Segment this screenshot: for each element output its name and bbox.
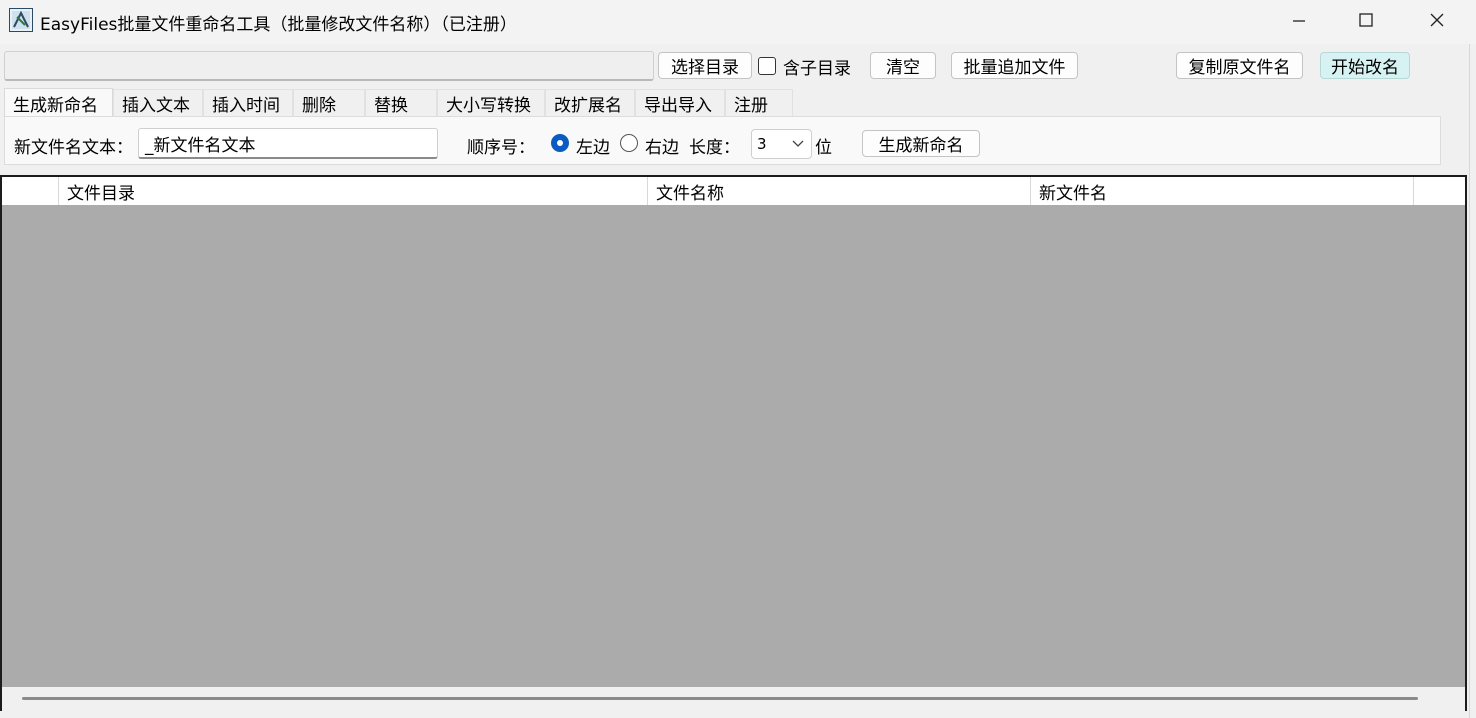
maximize-button[interactable]: [1331, 0, 1401, 40]
length-label: 长度：: [689, 138, 740, 158]
window-right-edge: [1469, 44, 1476, 718]
select-directory-button[interactable]: 选择目录: [658, 52, 752, 79]
app-icon: [9, 8, 33, 32]
window-bottom-edge: [0, 711, 1467, 718]
left-side-radio[interactable]: [551, 134, 569, 152]
tab-insert-time[interactable]: 插入时间: [203, 89, 293, 117]
maximize-icon: [1359, 13, 1373, 27]
tab-insert-text[interactable]: 插入文本: [113, 89, 203, 117]
digits-label: 位: [815, 138, 832, 158]
tab-change-extension[interactable]: 改扩展名: [545, 89, 635, 117]
close-icon: [1430, 13, 1444, 27]
tab-register[interactable]: 注册: [725, 89, 793, 117]
tab-delete[interactable]: 删除: [293, 89, 365, 117]
chevron-down-icon: [792, 140, 804, 147]
length-select[interactable]: 3: [751, 129, 812, 159]
new-name-text-label: 新文件名文本：: [14, 138, 133, 158]
tab-case-convert[interactable]: 大小写转换: [437, 89, 545, 117]
column-header-directory[interactable]: 文件目录: [59, 177, 648, 205]
include-subdirs-checkbox[interactable]: [758, 57, 776, 75]
tab-export-import[interactable]: 导出导入: [635, 89, 725, 117]
window-title: EasyFiles批量文件重命名工具（批量修改文件名称）（已注册）: [40, 15, 517, 35]
left-side-label: 左边: [576, 138, 610, 158]
column-header-file-name[interactable]: 文件名称: [648, 177, 1031, 205]
batch-add-files-button[interactable]: 批量追加文件: [951, 52, 1078, 79]
close-button[interactable]: [1402, 0, 1472, 40]
new-name-text-input[interactable]: _新文件名文本: [138, 128, 438, 159]
tab-generate-new-name[interactable]: 生成新命名: [4, 88, 113, 118]
right-side-radio[interactable]: [620, 134, 638, 152]
minimize-button[interactable]: [1264, 0, 1334, 40]
sequence-number-label: 顺序号：: [467, 138, 535, 158]
column-header-new-file-name[interactable]: 新文件名: [1031, 177, 1414, 205]
copy-original-name-button[interactable]: 复制原文件名: [1176, 52, 1303, 79]
generate-new-name-button[interactable]: 生成新命名: [862, 130, 980, 157]
length-select-value: 3: [757, 135, 767, 153]
file-list-grid[interactable]: [0, 175, 1467, 687]
tab-replace[interactable]: 替换: [365, 89, 437, 117]
start-rename-button[interactable]: 开始改名: [1320, 52, 1410, 79]
horizontal-scrollbar-thumb[interactable]: [22, 697, 1418, 700]
right-side-label: 右边: [645, 138, 679, 158]
column-header-index[interactable]: [2, 177, 59, 205]
clear-button[interactable]: 清空: [870, 52, 936, 79]
column-header-filler: [1414, 177, 1465, 205]
minimize-icon: [1293, 20, 1305, 22]
grid-header: 文件目录 文件名称 新文件名: [2, 177, 1465, 205]
directory-path-field[interactable]: [4, 51, 654, 81]
include-subdirs-label: 含子目录: [783, 59, 851, 79]
